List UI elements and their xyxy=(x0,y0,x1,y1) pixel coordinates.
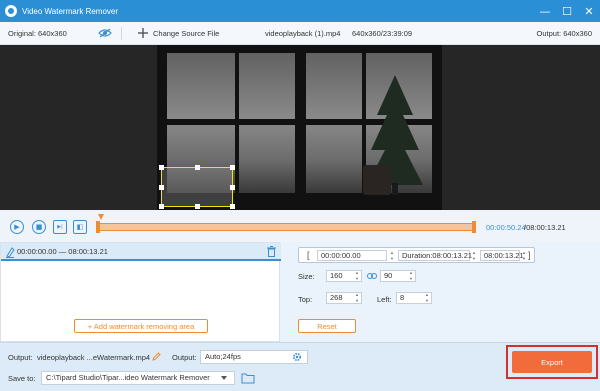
time-range-editor: [ 00:00:00.00 ▲ ▼ Duration:08:00:13.21 ▲ ▼… xyxy=(298,247,535,263)
next-frame-button[interactable]: ▶| xyxy=(53,220,67,234)
title-bar: Video Watermark Remover — ☐ ✕ xyxy=(0,0,600,22)
segment-list: 00:00:00.00 — 08:00:13.21 + Add watermar… xyxy=(0,242,281,342)
resize-handle[interactable] xyxy=(159,204,164,209)
info-bar: Original: 640x360 Change Source File vid… xyxy=(0,22,600,45)
video-preview[interactable] xyxy=(0,45,600,210)
chevron-down-icon[interactable] xyxy=(221,376,227,380)
window-frame-right xyxy=(432,45,442,210)
resize-handle[interactable] xyxy=(159,165,164,170)
source-filename: videoplayback (1).mp4 xyxy=(265,28,341,38)
list-item[interactable]: 00:00:00.00 — 08:00:13.21 xyxy=(1,243,281,261)
source-meta: 640x360/23:39:09 xyxy=(352,28,413,38)
resize-handle[interactable] xyxy=(230,165,235,170)
size-label: Size: xyxy=(298,272,315,281)
resize-handle[interactable] xyxy=(195,204,200,209)
left-label: Left: xyxy=(377,295,392,304)
parameters-panel: [ 00:00:00.00 ▲ ▼ Duration:08:00:13.21 ▲ ▼… xyxy=(283,242,600,342)
add-source-icon[interactable] xyxy=(137,27,149,39)
plant-pot xyxy=(363,165,391,195)
resize-handle[interactable] xyxy=(195,165,200,170)
timeline-selected-range[interactable] xyxy=(98,223,474,231)
minimize-button[interactable]: — xyxy=(534,0,556,22)
eye-icon[interactable] xyxy=(98,28,112,38)
window-controls: — ☐ ✕ xyxy=(534,0,600,22)
watermark-selection-box[interactable] xyxy=(159,165,235,209)
set-end-button[interactable]: ] xyxy=(528,250,531,260)
stop-icon: ■ xyxy=(35,223,43,231)
stop-button[interactable]: ■ xyxy=(32,220,46,234)
maximize-button[interactable]: ☐ xyxy=(556,0,578,22)
export-button[interactable]: Export xyxy=(512,351,592,373)
pencil-icon[interactable] xyxy=(152,352,161,361)
timeline-end-handle[interactable] xyxy=(472,221,476,233)
start-time-input[interactable]: 00:00:00.00 xyxy=(317,250,387,261)
output-resolution: Output: 640x360 xyxy=(536,28,592,38)
export-highlight: Export xyxy=(506,345,598,379)
output-filename: videoplayback ...eWatermark.mp4 xyxy=(37,353,151,362)
top-stepper[interactable]: ▲ ▼ xyxy=(354,292,360,303)
next-frame-icon: ▶| xyxy=(57,224,63,230)
left-stepper[interactable]: ▲ ▼ xyxy=(424,292,430,303)
trash-icon[interactable] xyxy=(267,246,276,257)
window-mullion xyxy=(235,45,239,210)
change-source-button[interactable]: Change Source File xyxy=(153,29,219,38)
end-time-stepper[interactable]: ▲ ▼ xyxy=(521,250,527,261)
divider xyxy=(121,27,122,40)
total-time: /08:00:13.21 xyxy=(524,223,566,232)
save-to-label: Save to: xyxy=(8,374,36,383)
end-time-input[interactable]: 08:00:13.21 xyxy=(480,250,524,261)
screenshot-button[interactable]: ◧ xyxy=(73,220,87,234)
output-format-label: Output: xyxy=(172,353,197,362)
screenshot-icon: ◧ xyxy=(76,223,84,231)
folder-icon[interactable] xyxy=(241,372,255,384)
save-path-field[interactable]: C:\Tipard Studio\Tipar...ideo Watermark … xyxy=(41,371,235,385)
output-label: Output: xyxy=(8,353,33,362)
app-title: Video Watermark Remover xyxy=(22,6,119,16)
duration-input[interactable]: Duration:08:00:13.21 xyxy=(398,250,472,261)
duration-stepper[interactable]: ▲ ▼ xyxy=(471,250,477,261)
width-stepper[interactable]: ▲ ▼ xyxy=(354,270,360,281)
timeline-start-handle[interactable] xyxy=(96,221,100,233)
set-start-button[interactable]: [ xyxy=(307,250,310,260)
resize-handle[interactable] xyxy=(230,204,235,209)
height-stepper[interactable]: ▲ ▼ xyxy=(408,270,414,281)
original-resolution: Original: 640x360 xyxy=(8,28,67,38)
add-watermark-area-button[interactable]: + Add watermark removing area xyxy=(74,319,208,333)
gear-icon[interactable] xyxy=(292,352,302,362)
play-button[interactable]: ▶ xyxy=(10,220,24,234)
resize-handle[interactable] xyxy=(230,185,235,190)
top-label: Top: xyxy=(298,295,313,304)
segment-time-range: 00:00:00.00 — 08:00:13.21 xyxy=(17,247,108,256)
current-time: 00:00:50.24 xyxy=(486,223,526,232)
play-icon: ▶ xyxy=(14,223,20,231)
window-frame-center xyxy=(295,45,306,210)
resize-handle[interactable] xyxy=(159,185,164,190)
start-time-stepper[interactable]: ▲ ▼ xyxy=(389,250,395,261)
eraser-icon xyxy=(6,247,15,258)
app-logo-icon xyxy=(5,5,17,17)
reset-button[interactable]: Reset xyxy=(298,319,356,333)
link-icon[interactable] xyxy=(367,272,377,280)
close-button[interactable]: ✕ xyxy=(578,0,600,22)
